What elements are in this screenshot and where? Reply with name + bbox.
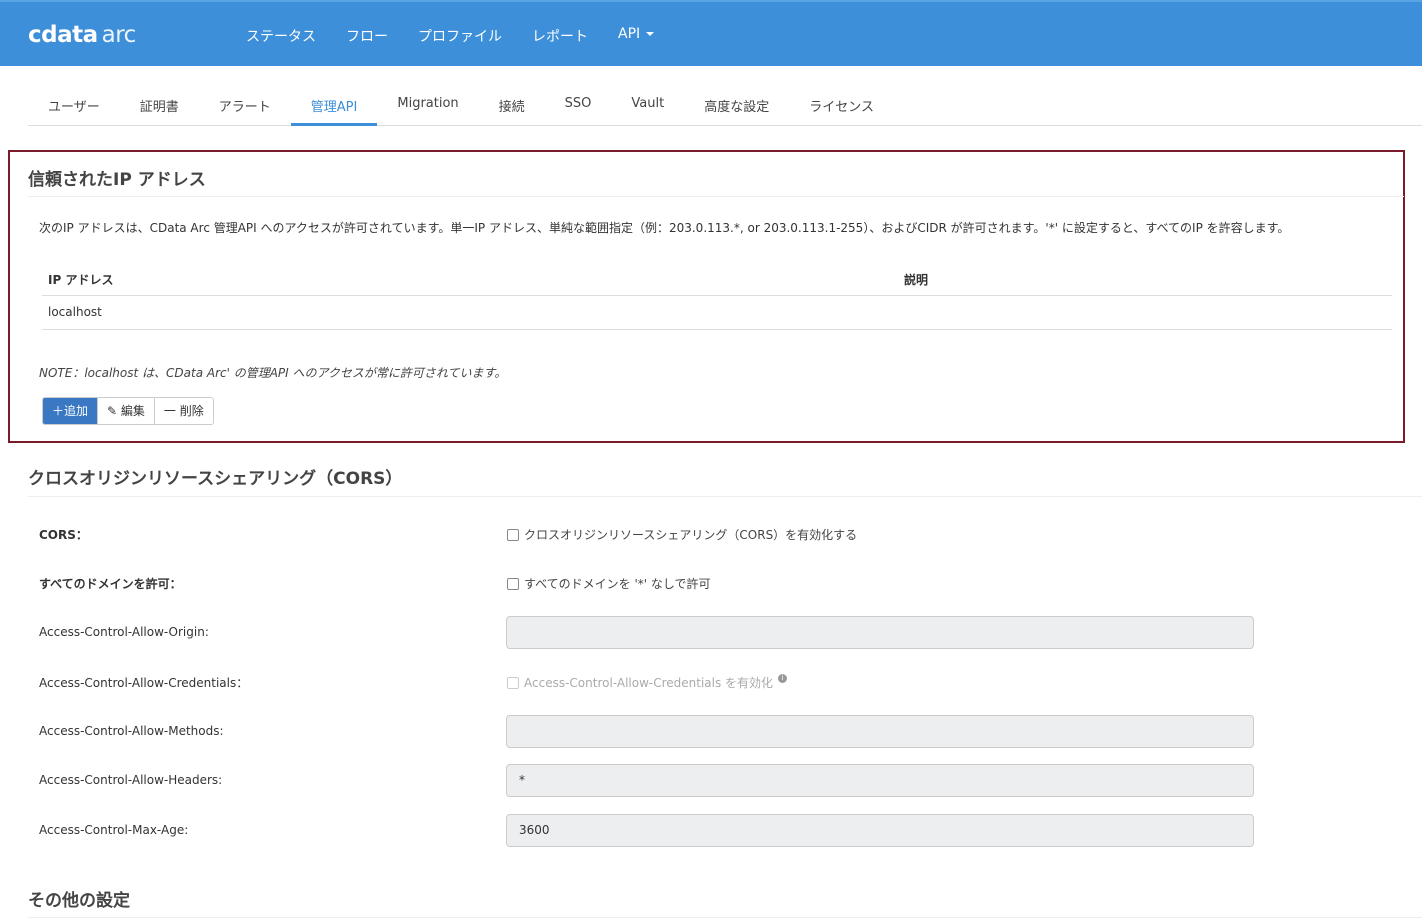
logo-text: cdata bbox=[28, 22, 98, 48]
trusted-ip-description: 次のIP アドレスは、CData Arc 管理API へのアクセスが許可されてい… bbox=[39, 221, 1290, 235]
edit-icon: ✎ bbox=[107, 404, 121, 418]
nav-flow[interactable]: フロー bbox=[346, 26, 388, 46]
checkbox-icon bbox=[507, 676, 519, 689]
caret-down-icon bbox=[646, 32, 655, 36]
divider bbox=[28, 917, 1422, 918]
trusted-ip-title: 信頼されたIP アドレス bbox=[28, 170, 206, 190]
nav-profile[interactable]: プロファイル bbox=[418, 26, 502, 46]
tab-advanced[interactable]: 高度な設定 bbox=[684, 86, 789, 126]
add-button[interactable]: ＋追加 bbox=[43, 398, 99, 424]
allow-headers-label: Access-Control-Allow-Headers: bbox=[39, 773, 223, 787]
allow-all-domains-checkbox[interactable]: すべてのドメインを '*' なしで許可 bbox=[507, 575, 711, 592]
nav-report[interactable]: レポート bbox=[532, 26, 588, 46]
divider bbox=[28, 496, 1422, 497]
nav-api[interactable]: API bbox=[618, 26, 655, 46]
cors-title: クロスオリジンリソースシェアリング（CORS） bbox=[28, 469, 403, 489]
checkbox-icon bbox=[507, 577, 519, 590]
col-desc-header: 説明 bbox=[904, 273, 929, 287]
nav-api-label: API bbox=[618, 26, 641, 42]
edit-button[interactable]: ✎ 編集 bbox=[98, 398, 155, 424]
top-header: cdata arc ステータス フロー プロファイル レポート API bbox=[0, 0, 1422, 66]
delete-button[interactable]: 一 削除 bbox=[154, 398, 213, 424]
tab-license[interactable]: ライセンス bbox=[789, 86, 894, 126]
highlight-frame bbox=[8, 150, 1405, 443]
max-age-label: Access-Control-Max-Age: bbox=[39, 823, 189, 837]
cors-enable-checkbox[interactable]: クロスオリジンリソースシェアリング（CORS）を有効化する bbox=[507, 526, 857, 543]
max-age-input[interactable]: 3600 bbox=[506, 814, 1254, 847]
cdata-arc-logo[interactable]: cdata arc bbox=[28, 22, 136, 48]
table-divider bbox=[42, 295, 1392, 296]
tab-admin-api[interactable]: 管理API bbox=[290, 86, 378, 126]
tab-connection[interactable]: 接続 bbox=[479, 86, 545, 126]
cors-enable-label: クロスオリジンリソースシェアリング（CORS）を有効化する bbox=[524, 528, 858, 542]
allow-methods-input[interactable] bbox=[506, 715, 1254, 748]
settings-tabs: ユーザー 証明書 アラート 管理API Migration 接続 SSO Vau… bbox=[28, 86, 1422, 126]
allow-origin-label: Access-Control-Allow-Origin: bbox=[39, 625, 209, 639]
nav-status[interactable]: ステータス bbox=[246, 26, 316, 46]
ip-button-group: ＋追加 ✎ 編集 一 削除 bbox=[42, 397, 214, 425]
tab-certificates[interactable]: 証明書 bbox=[120, 86, 199, 126]
checkbox-icon bbox=[507, 528, 519, 541]
allow-origin-input[interactable] bbox=[506, 616, 1254, 649]
col-ip-header: IP アドレス bbox=[48, 273, 114, 287]
allow-credentials-checkbox[interactable]: Access-Control-Allow-Credentials を有効化 i bbox=[507, 674, 788, 691]
edit-label: 編集 bbox=[120, 404, 145, 418]
tab-migration[interactable]: Migration bbox=[377, 86, 478, 126]
divider bbox=[28, 196, 1404, 197]
other-settings-title: その他の設定 bbox=[28, 891, 130, 911]
info-icon[interactable]: i bbox=[778, 674, 788, 683]
tab-alerts[interactable]: アラート bbox=[199, 86, 291, 126]
allow-all-domains-check-label: すべてのドメインを '*' なしで許可 bbox=[524, 577, 711, 591]
tab-vault[interactable]: Vault bbox=[611, 86, 684, 126]
cors-label: CORS： bbox=[39, 528, 88, 542]
tab-sso[interactable]: SSO bbox=[545, 86, 612, 126]
logo-suffix: arc bbox=[101, 22, 137, 48]
allow-headers-input[interactable]: * bbox=[506, 764, 1254, 797]
main-nav: ステータス フロー プロファイル レポート API bbox=[246, 26, 655, 46]
localhost-note: NOTE：localhost は、CData Arc' の管理API へのアクセ… bbox=[39, 366, 507, 380]
allow-credentials-check-label: Access-Control-Allow-Credentials を有効化 bbox=[524, 676, 774, 690]
allow-all-domains-label: すべてのドメインを許可： bbox=[39, 577, 182, 591]
tab-users[interactable]: ユーザー bbox=[28, 86, 120, 126]
allow-credentials-label: Access-Control-Allow-Credentials： bbox=[39, 676, 249, 690]
table-divider bbox=[42, 329, 1392, 330]
allow-methods-label: Access-Control-Allow-Methods: bbox=[39, 724, 224, 738]
table-row-ip[interactable]: localhost bbox=[48, 305, 102, 319]
